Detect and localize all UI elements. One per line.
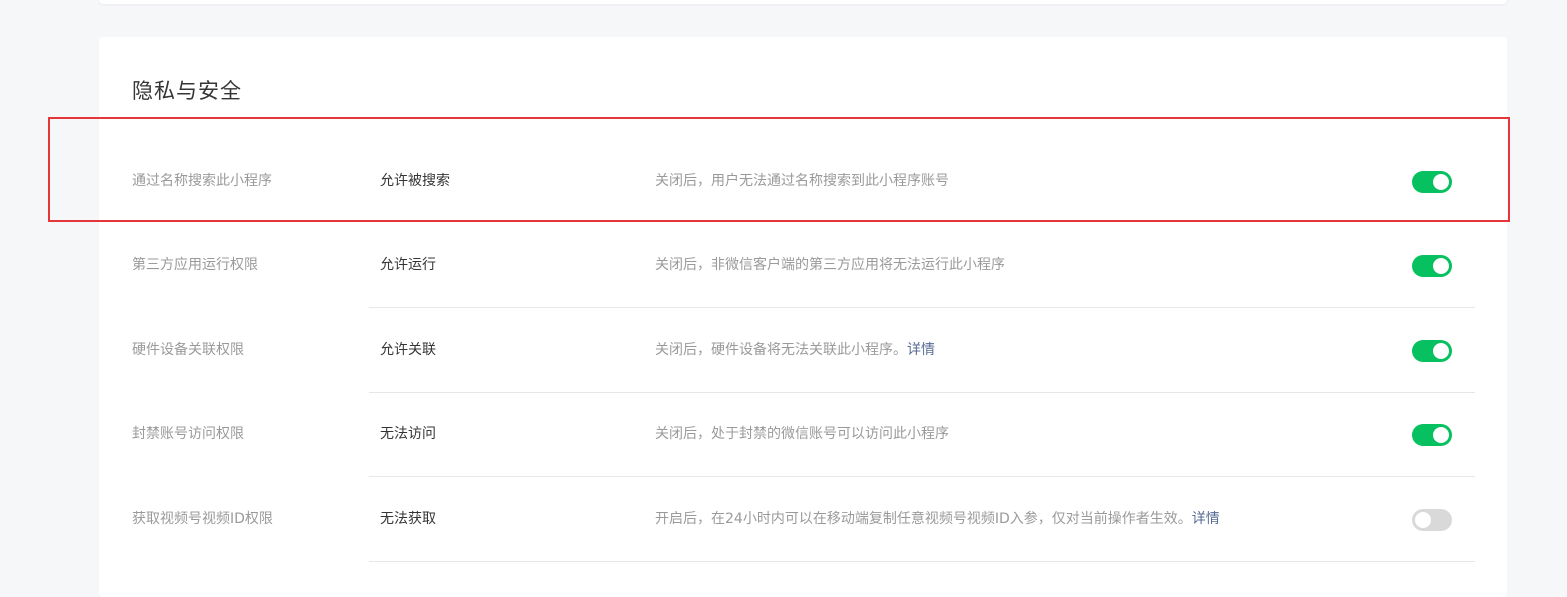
- setting-row-channels-video-id: 获取视频号视频ID权限 无法获取 开启后，在24小时内可以在移动端复制任意视频号…: [99, 477, 1507, 562]
- setting-description: 关闭后，硬件设备将无法关联此小程序。详情: [655, 342, 935, 358]
- toggle-knob: [1433, 427, 1449, 443]
- setting-label: 获取视频号视频ID权限: [132, 511, 273, 527]
- channels-video-id-toggle[interactable]: [1412, 509, 1452, 531]
- previous-card: [99, 0, 1507, 4]
- setting-label: 硬件设备关联权限: [132, 342, 244, 358]
- setting-label: 第三方应用运行权限: [132, 257, 258, 273]
- setting-label: 封禁账号访问权限: [132, 426, 244, 442]
- banned-account-access-toggle[interactable]: [1412, 424, 1452, 446]
- setting-row-search-by-name: 通过名称搜索此小程序 允许被搜索 关闭后，用户无法通过名称搜索到此小程序账号: [99, 139, 1507, 224]
- setting-description: 关闭后，处于封禁的微信账号可以访问此小程序: [655, 426, 949, 442]
- row-divider: [369, 561, 1475, 562]
- setting-value: 允许被搜索: [380, 173, 450, 189]
- third-party-run-toggle[interactable]: [1412, 255, 1452, 277]
- setting-value: 允许运行: [380, 257, 436, 273]
- toggle-knob: [1433, 343, 1449, 359]
- hardware-link-toggle[interactable]: [1412, 340, 1452, 362]
- toggle-knob: [1415, 512, 1431, 528]
- setting-value: 无法获取: [380, 511, 436, 527]
- privacy-security-card: 隐私与安全 通过名称搜索此小程序 允许被搜索 关闭后，用户无法通过名称搜索到此小…: [99, 37, 1507, 597]
- setting-value: 无法访问: [380, 426, 436, 442]
- setting-description: 关闭后，用户无法通过名称搜索到此小程序账号: [655, 173, 949, 189]
- setting-label: 通过名称搜索此小程序: [132, 173, 272, 189]
- search-by-name-toggle[interactable]: [1412, 171, 1452, 193]
- setting-row-banned-account-access: 封禁账号访问权限 无法访问 关闭后，处于封禁的微信账号可以访问此小程序: [99, 392, 1507, 477]
- setting-description: 开启后，在24小时内可以在移动端复制任意视频号视频ID入参，仅对当前操作者生效。…: [655, 511, 1220, 527]
- toggle-knob: [1433, 174, 1449, 190]
- setting-value: 允许关联: [380, 342, 436, 358]
- toggle-knob: [1433, 258, 1449, 274]
- details-link[interactable]: 详情: [907, 342, 935, 358]
- setting-description: 关闭后，非微信客户端的第三方应用将无法运行此小程序: [655, 257, 1005, 273]
- details-link[interactable]: 详情: [1192, 511, 1220, 527]
- section-title: 隐私与安全: [132, 79, 242, 103]
- setting-row-hardware-link: 硬件设备关联权限 允许关联 关闭后，硬件设备将无法关联此小程序。详情: [99, 308, 1507, 393]
- setting-row-third-party-run: 第三方应用运行权限 允许运行 关闭后，非微信客户端的第三方应用将无法运行此小程序: [99, 223, 1507, 308]
